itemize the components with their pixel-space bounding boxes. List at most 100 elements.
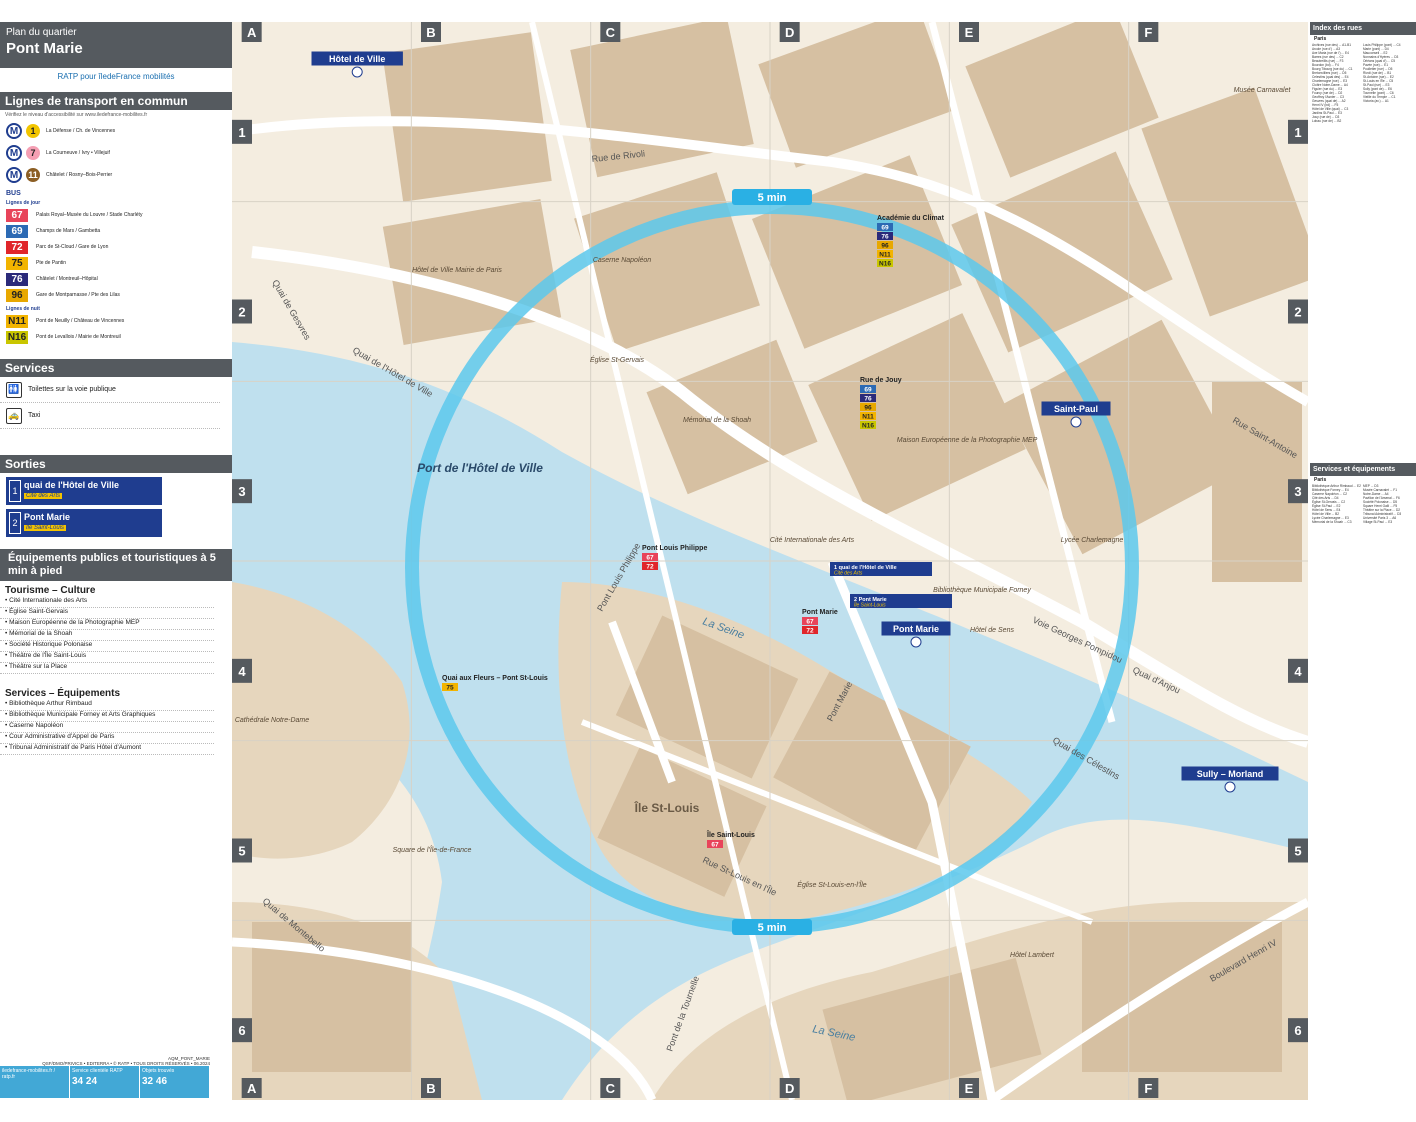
grid-row-label: 4 [1294, 664, 1302, 679]
exit-2[interactable]: 2 Pont Marie Île Saint-Louis [6, 509, 162, 537]
bus-line-destination: Parc de St-Cloud / Gare de Lyon [36, 244, 109, 250]
culture-list: • Cité Internationale des Arts • Église S… [0, 597, 232, 674]
equipment-item: • Bibliothèque Arthur Rimbaud [0, 700, 214, 711]
bus-line-row: N16 Pont de Levallois / Mairie de Montreu… [0, 329, 232, 345]
equipment-heading: Équipements publics et touristiques à 5 … [0, 549, 232, 581]
metro-station-name[interactable]: Saint-Paul [1054, 404, 1098, 414]
exit-subtitle: Cité des Arts [24, 493, 63, 499]
place-label: Musée Carnavalet [1234, 87, 1292, 94]
bus-day-list: 67 Palais Royal–Musée du Louvre / Stade C… [0, 207, 232, 303]
grid-column-label: F [1144, 1081, 1152, 1096]
equipment-item: • Caserne Napoléon [0, 722, 214, 733]
metro-icon: M [6, 167, 22, 183]
metro-station-name[interactable]: Pont Marie [893, 624, 939, 634]
bus-line-row: 76 Châtelet / Montreuil–Hôpital [0, 271, 232, 287]
bus-line-destination: Palais Royal–Musée du Louvre / Stade Cha… [36, 212, 143, 218]
transport-heading: Lignes de transport en commun [0, 92, 232, 110]
map-canvas[interactable]: A A B B C C D D E E F F 1 1 2 2 3 3 4 4 5 5 6 6 5 min 5 min Por… [232, 22, 1308, 1100]
exit-name: quai de l'Hôtel de Ville [24, 480, 119, 490]
grid-row-label: 6 [1294, 1023, 1301, 1038]
grid-column-label: C [606, 1081, 616, 1096]
index-col-2: Louis Philippe (pont) ... C4 Marie (pont)… [1363, 43, 1414, 123]
bus-line-destination: Pont de Neuilly / Château de Vincennes [36, 318, 125, 324]
exit-subtitle: Île Saint-Louis [24, 525, 67, 531]
grid-row-label: 2 [238, 305, 245, 320]
metro-line-destination: La Défense / Ch. de Vincennes [46, 128, 116, 134]
index-columns: Archives (rue des) ... A1-B1 Arcole (rue … [1310, 43, 1416, 123]
metro-station-name[interactable]: Sully – Morland [1197, 769, 1264, 779]
metro-line-badge: 11 [26, 168, 40, 182]
port-label: Port de l'Hôtel de Ville [417, 461, 543, 475]
services-equip-label: Services – Équipements [5, 688, 121, 699]
bus-line-row: 75 Pte de Pantin [0, 255, 232, 271]
bus-line-number: 67 [806, 619, 814, 626]
bus-stop-name[interactable]: Pont Louis Philippe [642, 545, 707, 552]
accessibility-note: Vérifiez le niveau d'accessibilité sur w… [5, 112, 148, 118]
services-heading: Services [0, 359, 232, 377]
bus-line-destination: Gare de Montparnasse / Pte des Lilas [36, 292, 120, 298]
grid-column-label: C [606, 25, 616, 40]
bus-line-number: N11 [862, 414, 874, 421]
grid-column-label: A [247, 1081, 257, 1096]
index-heading: Index des rues [1310, 22, 1416, 35]
index-entry: Lobau (rue de) ... B2 [1312, 119, 1342, 123]
client-phone[interactable]: 34 24 [72, 1076, 137, 1087]
walk-label-bottom: 5 min [732, 919, 812, 935]
grid-row-label: 3 [238, 484, 245, 499]
index-col-1: Archives (rue des) ... A1-B1 Arcole (rue … [1312, 43, 1363, 123]
bus-line-number: N16 [862, 423, 874, 430]
street-label: Quai de Gesvres [270, 278, 313, 342]
exit-marker-sub: Cité des Arts [834, 571, 863, 577]
place-label: Mémorial de la Shoah [683, 417, 751, 424]
footer-web[interactable]: iledefrance-mobilites.fr / ratp.fr [0, 1066, 70, 1098]
bus-stop-name[interactable]: Île Saint-Louis [706, 830, 755, 839]
place-label: Église St-Louis-en-l'Île [797, 880, 867, 889]
place-label: Église St-Gervais [590, 355, 645, 364]
bus-line-number: 76 [881, 234, 889, 241]
services-equipment-list: • Bibliothèque Arthur Rimbaud • Bibliothè… [0, 700, 232, 755]
grid-row-label: 5 [1294, 844, 1301, 859]
grid-row-label: 3 [1294, 484, 1301, 499]
place-label: Cité Internationale des Arts [770, 537, 855, 544]
equipment-item: • Théâtre sur la Place [0, 663, 214, 674]
place-label: Caserne Napoléon [593, 257, 651, 264]
bus-line-row: 72 Parc de St-Cloud / Gare de Lyon [0, 239, 232, 255]
bus-line-badge: 75 [6, 256, 28, 270]
place-label: Maison Européenne de la Photographie MEP [897, 437, 1038, 444]
bus-stop-name[interactable]: Pont Marie [802, 609, 838, 616]
bus-stop-name[interactable]: Rue de Jouy [860, 377, 902, 384]
grid-column-label: D [785, 1081, 794, 1096]
bus-line-number: 76 [864, 396, 872, 403]
metro-line-row: M 7 La Courneuve / Ivry • Villejuif [0, 142, 232, 164]
day-lines-label: Lignes de jour [6, 200, 41, 206]
grid-column-label: E [965, 25, 974, 40]
equipment-item: • Maison Européenne de la Photographie M… [0, 619, 214, 630]
exit-1[interactable]: 1 quai de l'Hôtel de Ville Cité des Arts [6, 477, 162, 505]
metro-station-name[interactable]: Hôtel de Ville [329, 54, 385, 64]
metro-icon [1070, 416, 1082, 428]
place-label: Hôtel Lambert [1010, 952, 1055, 959]
metro-line-row: M 11 Châtelet / Rosny–Bois-Perrier [0, 164, 232, 186]
equipment-item: • Cité Internationale des Arts [0, 597, 214, 608]
culture-label: Tourisme – Culture [5, 585, 96, 596]
index-entry: Mémorial de la Shoah ... C3 [1312, 520, 1352, 524]
grid-row-label: 1 [1294, 125, 1301, 140]
street-index-panel: Index des rues Paris Archives (rue des) … [1310, 22, 1416, 1100]
metro-line-badge: 1 [26, 124, 40, 138]
bus-line-badge: 72 [6, 240, 28, 254]
exit-name: Pont Marie [24, 512, 71, 522]
plan-subtitle: Plan du quartier [6, 27, 77, 38]
walk-label-top-text: 5 min [758, 192, 787, 204]
bus-line-number: 72 [806, 628, 814, 635]
bus-stop-name[interactable]: Quai aux Fleurs – Pont St-Louis [442, 675, 548, 682]
exits-list: 1 quai de l'Hôtel de Ville Cité des Arts 2 P… [0, 477, 232, 537]
lost-phone[interactable]: 32 46 [142, 1076, 207, 1087]
service-label: Toilettes sur la voie publique [28, 386, 116, 393]
bus-stop-name[interactable]: Académie du Climat [877, 215, 945, 222]
neighbourhood-map[interactable]: A A B B C C D D E E F F 1 1 2 2 3 3 4 4 5 5 6 6 5 min 5 min Por… [232, 22, 1308, 1100]
bus-line-number: 69 [864, 387, 872, 394]
service-row: 🚕 Taxi [0, 403, 220, 429]
service-row: 🚻 Toilettes sur la voie publique [0, 377, 220, 403]
equipment-item: • Théâtre de l'Île Saint-Louis [0, 652, 214, 663]
footer-lost: Objets trouvés 32 46 [140, 1066, 210, 1098]
